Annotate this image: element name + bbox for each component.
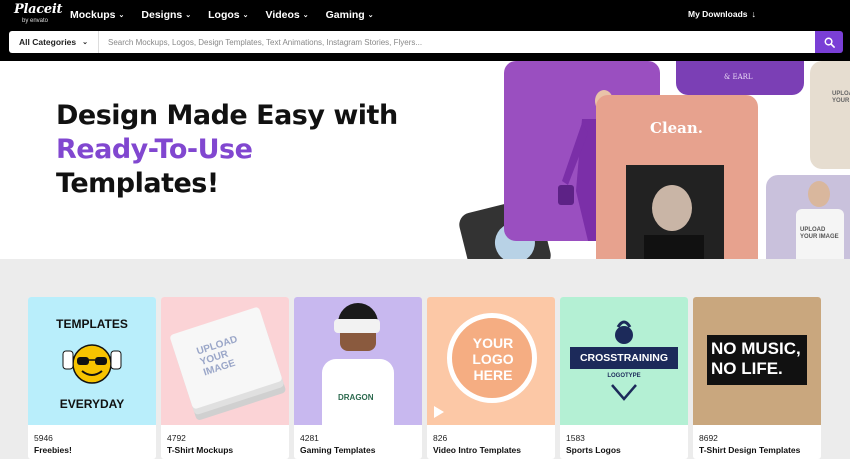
chevron-down-icon: ⌄ <box>185 12 192 19</box>
chevron-down-icon <box>611 384 637 401</box>
category-card-tshirt-design[interactable]: NO MUSIC, NO LIFE. 8692 T-Shirt Design T… <box>693 297 821 459</box>
nav-label: Mockups <box>70 9 116 21</box>
emoji-sunglasses-icon <box>62 344 122 384</box>
category-dropdown[interactable]: All Categories ⌄ <box>9 31 99 53</box>
mug-upload-text: UPLOAD YOUR IMAGE <box>832 91 850 104</box>
sports-art-subtext: LOGOTYPE <box>607 373 641 379</box>
category-card-freebies[interactable]: TEMPLATES EVERYDAY 5946 Freebies! <box>28 297 156 459</box>
tshirt-mockups-thumbnail: UPLOAD YOUR IMAGE <box>161 297 289 425</box>
kettlebell-icon <box>615 320 633 344</box>
art-top-text: TEMPLATES <box>56 317 128 331</box>
category-count: 8692 <box>699 433 718 443</box>
chevron-down-icon: ⌄ <box>367 12 374 19</box>
search-bar-area: All Categories ⌄ <box>0 30 850 61</box>
video-art-text: YOUR LOGO HERE <box>472 335 514 383</box>
category-label: T-Shirt Design Templates <box>699 445 801 455</box>
chevron-down-icon: ⌄ <box>82 39 89 46</box>
chevron-down-icon: ⌄ <box>302 12 309 19</box>
chevron-down-icon: ⌄ <box>242 12 249 19</box>
logo-wordmark: Placeit <box>14 2 63 17</box>
sports-art-text: CROSSTRAINING <box>579 352 669 364</box>
category-count: 826 <box>433 433 448 443</box>
category-selected: All Categories <box>18 37 77 47</box>
hero-line-3: Templates! <box>56 168 219 199</box>
gaming-templates-thumbnail: DRAGON <box>294 297 422 425</box>
collage-clean-card: Clean. <box>596 95 758 259</box>
category-count: 4281 <box>300 433 319 443</box>
art-bottom-text: EVERYDAY <box>59 397 125 411</box>
category-label: Sports Logos <box>566 445 621 455</box>
freebies-thumbnail: TEMPLATES EVERYDAY <box>28 297 156 425</box>
sports-logos-thumbnail: CROSSTRAINING LOGOTYPE <box>560 297 688 425</box>
nav-label: Logos <box>208 9 240 21</box>
video-intro-thumbnail: YOUR LOGO HERE <box>427 297 555 425</box>
category-card-row: TEMPLATES EVERYDAY 5946 Freebies! UPLOAD… <box>28 297 826 459</box>
chevron-down-icon: ⌄ <box>118 12 125 19</box>
nav-videos[interactable]: Videos ⌄ <box>266 9 309 21</box>
search-button[interactable] <box>815 31 843 53</box>
nav-gaming[interactable]: Gaming ⌄ <box>326 9 374 21</box>
downloads-label: My Downloads <box>687 9 748 19</box>
earl-text: & EARL <box>724 73 753 81</box>
hero-headline: Design Made Easy with Ready-To-Use Templ… <box>56 99 398 201</box>
hero-template-collage: & EARL Clean. UPLOAD YOUR IMAGE UPLOAD Y… <box>450 61 850 259</box>
gaming-art-text: DRAGON <box>338 393 374 402</box>
collage-tank-card: UPLOAD YOUR IMAGE <box>766 175 850 259</box>
nav-label: Videos <box>265 9 300 21</box>
category-card-gaming-templates[interactable]: DRAGON 4281 Gaming Templates <box>294 297 422 459</box>
category-count: 4792 <box>167 433 186 443</box>
category-card-sports-logos[interactable]: CROSSTRAINING LOGOTYPE 1583 Sports Logos <box>560 297 688 459</box>
category-label: T-Shirt Mockups <box>167 445 234 455</box>
hero-banner: Design Made Easy with Ready-To-Use Templ… <box>0 61 850 259</box>
collage-earl-card: & EARL <box>676 61 804 95</box>
collage-mug-card: UPLOAD YOUR IMAGE <box>810 61 850 169</box>
category-count: 5946 <box>34 433 53 443</box>
download-arrow-icon: ↓ <box>751 9 757 19</box>
category-label: Video Intro Templates <box>433 445 522 455</box>
main-nav: Mockups ⌄ Designs ⌄ Logos ⌄ Videos ⌄ Gaming ⌄ <box>70 0 391 30</box>
nav-logos[interactable]: Logos ⌄ <box>208 9 248 21</box>
category-label: Freebies! <box>34 445 72 455</box>
logo-byline: by envato <box>22 18 49 24</box>
search-input[interactable] <box>108 32 815 52</box>
tshirt-design-thumbnail: NO MUSIC, NO LIFE. <box>693 297 821 425</box>
nav-designs[interactable]: Designs ⌄ <box>141 9 191 21</box>
clean-text: Clean. <box>650 119 704 137</box>
category-label: Gaming Templates <box>300 445 376 455</box>
top-navigation-bar: Placeit by envato Mockups ⌄ Designs ⌄ Logo… <box>0 0 850 30</box>
category-count: 1583 <box>566 433 585 443</box>
category-card-video-intro[interactable]: YOUR LOGO HERE 826 Video Intro Templates <box>427 297 555 459</box>
nav-mockups[interactable]: Mockups ⌄ <box>70 9 124 21</box>
search-icon <box>824 37 835 48</box>
category-card-tshirt-mockups[interactable]: UPLOAD YOUR IMAGE 4792 T-Shirt Mockups <box>161 297 289 459</box>
nav-label: Designs <box>141 9 183 21</box>
tank-upload-text: UPLOAD YOUR IMAGE <box>800 227 839 240</box>
play-icon <box>434 406 444 418</box>
my-downloads-link[interactable]: My Downloads ↓ <box>688 9 756 19</box>
hero-line-2: Ready-To-Use <box>56 134 253 165</box>
search-bar: All Categories ⌄ <box>9 31 815 53</box>
placeit-logo[interactable]: Placeit by envato <box>14 3 62 25</box>
tshirt-design-art-text: NO MUSIC, NO LIFE. <box>711 339 801 378</box>
nav-label: Gaming <box>325 9 365 21</box>
hero-line-1: Design Made Easy with <box>56 100 398 131</box>
